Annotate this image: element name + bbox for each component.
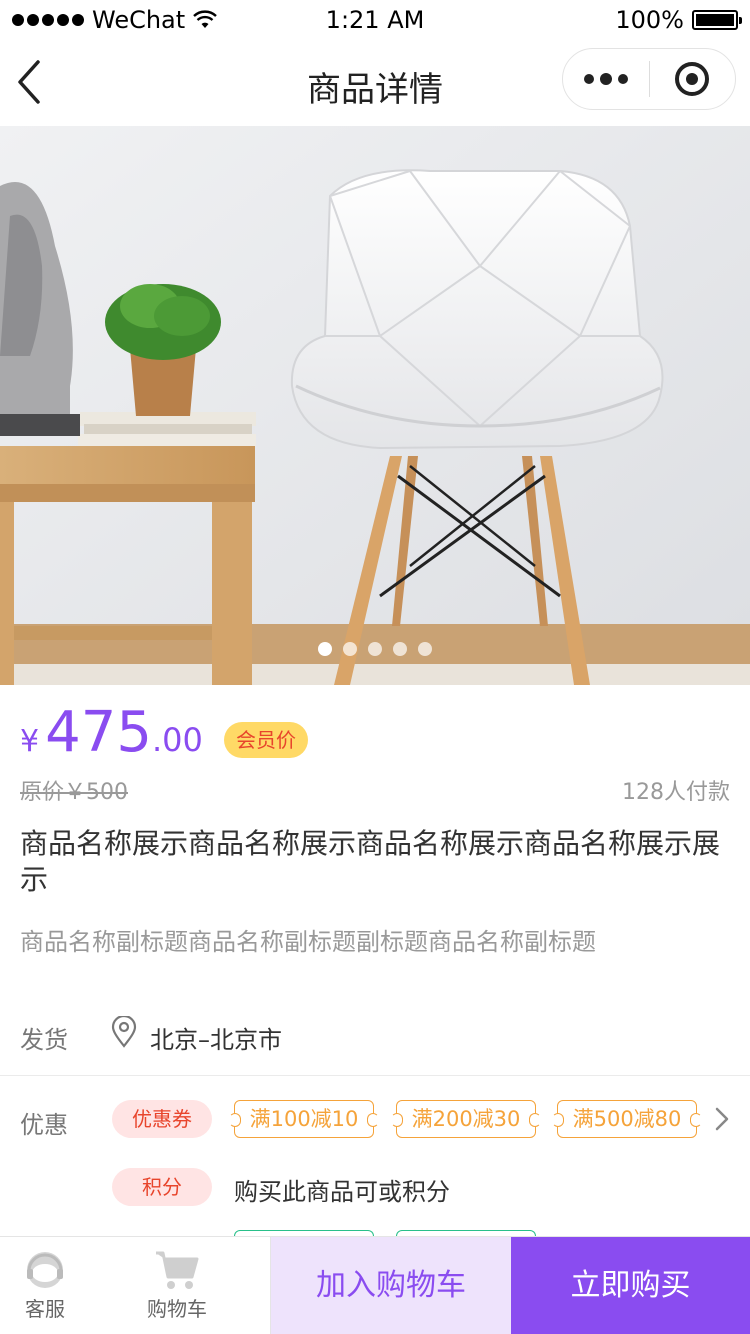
coupon-item[interactable]: 满200减30: [391, 1100, 541, 1138]
add-to-cart-button[interactable]: 加入购物车: [271, 1237, 511, 1334]
product-image-carousel[interactable]: [0, 126, 750, 685]
chevron-right-icon[interactable]: [712, 1104, 732, 1134]
location-pin-icon: [111, 1016, 137, 1048]
points-description: 购买此商品可或积分: [234, 1178, 450, 1206]
carousel-dot[interactable]: [318, 642, 332, 656]
points-tag: 积分: [112, 1168, 212, 1206]
original-price: 原价￥500: [20, 780, 128, 805]
customer-service-button[interactable]: 客服: [0, 1237, 90, 1334]
carousel-dot[interactable]: [368, 642, 382, 656]
mini-program-capsule: [562, 48, 736, 110]
carousel-dot[interactable]: [418, 642, 432, 656]
shipping-location: 北京–北京市: [150, 1026, 282, 1054]
coupon-item[interactable]: 满100减10: [229, 1100, 379, 1138]
carousel-dot[interactable]: [343, 642, 357, 656]
cart-button[interactable]: 购物车: [120, 1237, 234, 1334]
member-price-badge: 会员价: [224, 722, 308, 758]
coupon-item[interactable]: 满500减80: [552, 1100, 702, 1138]
nav-bar: 商品详情: [0, 40, 750, 126]
carousel-indicators: [0, 642, 750, 656]
battery-percent: 100%: [615, 6, 684, 34]
status-bar: WeChat 1:21 AM 100%: [0, 0, 750, 40]
paid-count: 128人付款: [622, 780, 730, 805]
price-integer: 475: [45, 700, 152, 765]
product-subtitle: 商品名称副标题商品名称副标题副标题商品名称副标题: [20, 928, 596, 956]
headset-icon: [27, 1252, 63, 1288]
more-options-button[interactable]: [563, 49, 649, 109]
shopping-cart-icon: [156, 1251, 199, 1289]
shipping-label: 发货: [20, 1026, 68, 1054]
section-divider: [0, 1075, 750, 1076]
product-name: 商品名称展示商品名称展示商品名称展示商品名称展示展示: [20, 827, 721, 896]
carousel-dot[interactable]: [393, 642, 407, 656]
coupon-tag: 优惠券: [112, 1100, 212, 1138]
battery-icon: [692, 10, 742, 30]
currency-symbol: ¥: [20, 724, 40, 759]
target-icon: [675, 62, 710, 96]
price-decimal: .00: [151, 721, 203, 759]
customer-service-label: 客服: [25, 1297, 65, 1321]
buy-now-button[interactable]: 立即购买: [511, 1237, 750, 1334]
promotion-label: 优惠: [20, 1111, 68, 1139]
cart-label: 购物车: [147, 1297, 207, 1321]
product-photo: [0, 126, 750, 685]
battery-status: 100%: [615, 6, 742, 34]
bottom-action-bar: 客服 购物车 加入购物车 立即购买: [0, 1236, 750, 1334]
price: ¥ 475 .00: [20, 705, 203, 761]
close-mini-program-button[interactable]: [650, 49, 736, 109]
